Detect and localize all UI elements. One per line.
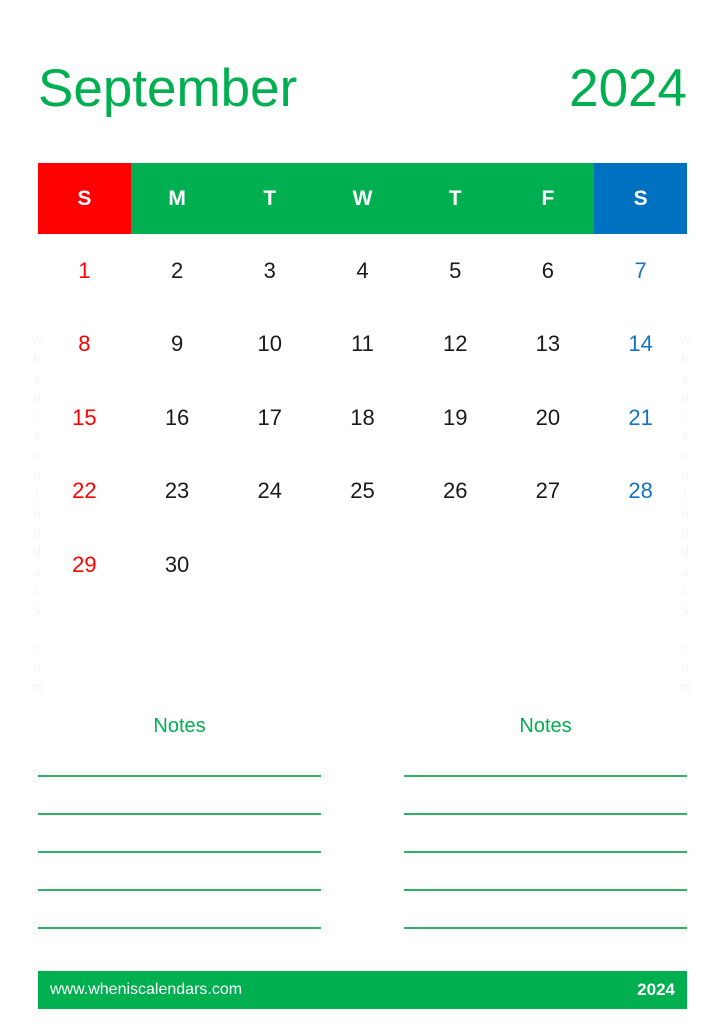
weekday-header-cell: T [223,163,317,234]
weekday-header-cell: S [38,163,131,234]
date-cell[interactable]: 13 [502,308,595,382]
date-cell[interactable]: 9 [131,308,224,382]
date-cell[interactable]: 10 [223,308,316,382]
note-line[interactable] [38,927,321,929]
footer-url[interactable]: www.wheniscalendars.com [50,981,242,999]
note-line[interactable] [404,851,687,853]
notes-title-left: Notes [153,715,206,737]
notes-title-right: Notes [519,715,572,737]
notes-block-right: Notes [404,716,687,929]
date-cell[interactable]: 15 [38,381,131,455]
date-cell[interactable]: 27 [502,455,595,529]
note-line[interactable] [404,775,687,777]
date-cell[interactable]: 23 [131,455,224,529]
date-cell-empty [409,528,502,602]
date-cell[interactable]: 8 [38,308,131,382]
date-cell[interactable]: 6 [502,234,595,308]
weekday-header-cell: T [408,163,502,234]
date-cell[interactable]: 19 [409,381,502,455]
date-cell[interactable]: 17 [223,381,316,455]
note-line[interactable] [38,813,321,815]
date-cell[interactable]: 2 [131,234,224,308]
date-grid: 1 2 3 4 5 6 7 8 9 10 11 12 13 14 15 16 17 18 19 20 21 22 23 24 2… [38,234,687,602]
footer-bar: www.wheniscalendars.com 2024 [38,971,687,1009]
note-line[interactable] [404,889,687,891]
date-cell[interactable]: 5 [409,234,502,308]
date-cell-empty [502,528,595,602]
weekday-header-row: SMTWTFS [38,163,687,234]
date-cell[interactable]: 29 [38,528,131,602]
calendar-title: September 2024 [38,52,687,124]
date-cell-empty [223,528,316,602]
date-cell-empty [316,528,409,602]
watermark-left: w h e n i s c a l e n d a r s . c o m [31,332,43,695]
date-cell[interactable]: 24 [223,455,316,529]
notes-lines-right[interactable] [404,775,687,929]
calendar-page: September 2024 SMTWTFS 1 2 3 4 5 6 7 8 9 10 11 12 13… [0,0,724,1024]
weekday-header-cell: M [130,163,224,234]
date-cell[interactable]: 26 [409,455,502,529]
date-cell[interactable]: 30 [131,528,224,602]
date-cell[interactable]: 25 [316,455,409,529]
weekday-header-cell: F [501,163,595,234]
date-cell[interactable]: 4 [316,234,409,308]
note-line[interactable] [404,813,687,815]
year-title: 2024 [569,58,687,118]
month-title: September [38,58,298,118]
note-line[interactable] [38,889,321,891]
date-cell[interactable]: 7 [594,234,687,308]
date-cell[interactable]: 11 [316,308,409,382]
date-cell[interactable]: 16 [131,381,224,455]
weekday-header-cell: S [594,163,687,234]
footer-year: 2024 [637,980,675,999]
weekday-header-cell: W [316,163,409,234]
date-cell[interactable]: 3 [223,234,316,308]
note-line[interactable] [404,927,687,929]
date-cell[interactable]: 22 [38,455,131,529]
date-cell[interactable]: 18 [316,381,409,455]
notes-lines-left[interactable] [38,775,321,929]
notes-block-left: Notes [38,716,321,929]
note-line[interactable] [38,851,321,853]
date-cell[interactable]: 12 [409,308,502,382]
note-line[interactable] [38,775,321,777]
watermark-right: w h e n i s c a l e n d a r s . c o m [679,332,691,695]
date-cell[interactable]: 20 [502,381,595,455]
date-cell[interactable]: 1 [38,234,131,308]
